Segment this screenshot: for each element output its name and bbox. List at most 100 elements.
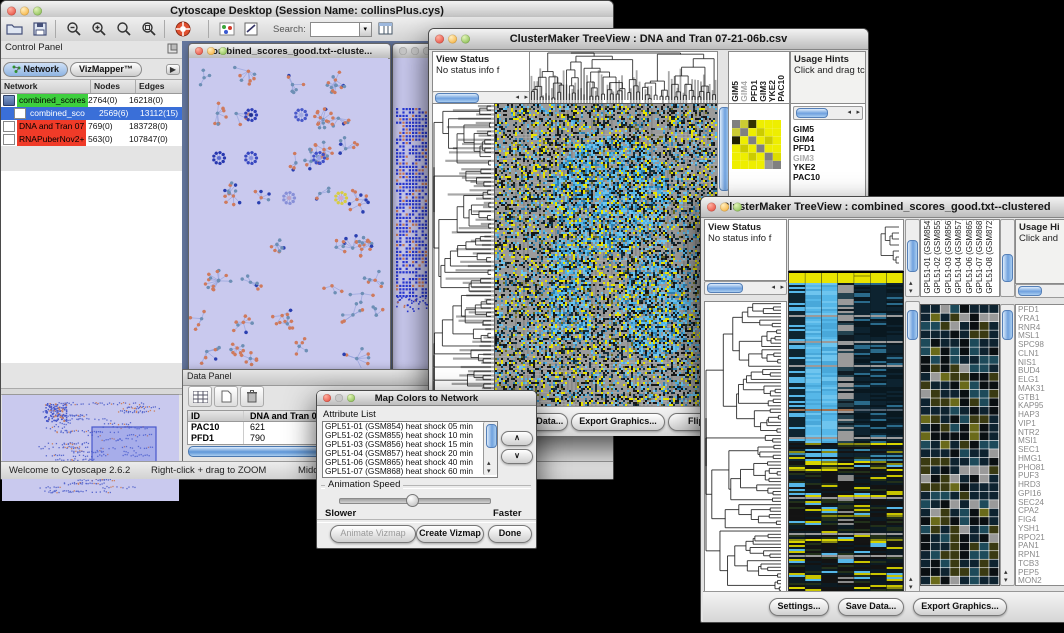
treeview-dna-titlebar[interactable]: ClusterMaker TreeView : DNA and Tran 07-… bbox=[429, 29, 868, 50]
scroll-right-icon[interactable]: ▸ bbox=[856, 109, 860, 116]
treeview-combined-titlebar[interactable]: ClusterMaker TreeView : combined_scores_… bbox=[701, 197, 1064, 218]
zoom-icon[interactable] bbox=[33, 7, 42, 16]
labels-vscrollbar[interactable] bbox=[1000, 219, 1015, 297]
tab-overflow-button[interactable]: ▶ bbox=[166, 64, 180, 75]
minimize-icon[interactable] bbox=[207, 47, 215, 55]
attribute-list-vscrollbar[interactable]: ▴ ▾ bbox=[483, 422, 497, 475]
float-panel-icon[interactable] bbox=[167, 43, 178, 54]
move-down-button[interactable]: ∨ bbox=[501, 449, 533, 464]
minimize-icon[interactable] bbox=[411, 47, 419, 55]
scroll-left-icon[interactable]: ◂ bbox=[771, 284, 775, 291]
network-row[interactable]: combined_scores2764(0)16218(0) bbox=[1, 94, 182, 107]
zoom-icon[interactable] bbox=[347, 394, 355, 402]
open-session-button[interactable] bbox=[4, 19, 26, 39]
zoom-in-button[interactable] bbox=[88, 19, 110, 39]
scroll-up-icon[interactable]: ▴ bbox=[909, 280, 913, 287]
new-attribute-button[interactable] bbox=[214, 386, 238, 407]
birdseye-view[interactable] bbox=[2, 394, 179, 501]
scroll-thumb[interactable] bbox=[1018, 286, 1042, 296]
column-dendrogram[interactable] bbox=[529, 51, 718, 105]
zoom-out-button[interactable] bbox=[63, 19, 85, 39]
network-window-1-titlebar[interactable]: combined_scores_good.txt--cluste... bbox=[189, 44, 390, 59]
scroll-thumb[interactable] bbox=[435, 93, 479, 103]
attribute-browser-button[interactable] bbox=[375, 19, 397, 39]
select-attributes-button[interactable] bbox=[188, 386, 212, 407]
usage-hints-hscrollbar[interactable]: ◂ ▸ bbox=[793, 106, 863, 120]
scroll-right-icon[interactable]: ▸ bbox=[524, 94, 528, 101]
close-icon[interactable] bbox=[323, 394, 331, 402]
column-label[interactable]: GPL51-04 (GSM857) bbox=[954, 220, 964, 294]
close-icon[interactable] bbox=[707, 203, 716, 212]
column-label[interactable]: GPL51-02 (GSM855) bbox=[933, 220, 943, 294]
heatmap-zoom-view[interactable] bbox=[920, 304, 1000, 586]
scroll-up-icon[interactable]: ▴ bbox=[1004, 569, 1008, 576]
zoom-vscrollbar[interactable]: ▴ ▾ bbox=[1000, 304, 1015, 586]
column-label[interactable]: GPL51-08 (GSM872) bbox=[985, 220, 995, 294]
scroll-thumb[interactable] bbox=[1002, 310, 1013, 340]
row-dendrogram[interactable] bbox=[704, 301, 787, 593]
annotation-button[interactable] bbox=[241, 19, 263, 39]
attribute-item[interactable]: GPL51-07 (GSM868) heat shock 60 min bbox=[323, 467, 497, 476]
vizmapper-shortcut-button[interactable] bbox=[216, 19, 238, 39]
scroll-thumb[interactable] bbox=[707, 283, 743, 293]
help-button[interactable] bbox=[172, 19, 194, 39]
scroll-thumb[interactable] bbox=[907, 310, 918, 340]
row-dendrogram[interactable] bbox=[432, 103, 496, 408]
move-up-button[interactable]: ∧ bbox=[501, 431, 533, 446]
close-icon[interactable] bbox=[7, 7, 16, 16]
close-icon[interactable] bbox=[195, 47, 203, 55]
usage-hints-hscrollbar[interactable] bbox=[1015, 284, 1064, 298]
heatmap-global-view[interactable] bbox=[494, 103, 718, 408]
zoom-icon[interactable] bbox=[219, 47, 227, 55]
minimize-icon[interactable] bbox=[720, 203, 729, 212]
column-label[interactable]: GPL51-07 (GSM868) bbox=[975, 220, 985, 294]
column-label[interactable]: GPL51-06 (GSM865) bbox=[965, 220, 975, 294]
scroll-thumb[interactable] bbox=[1002, 254, 1013, 282]
heatmap-zoom-view[interactable] bbox=[732, 120, 781, 169]
column-label[interactable]: GPL51-01 (GSM854) bbox=[923, 220, 933, 294]
animate-vizmap-button[interactable]: Animate Vizmap bbox=[330, 525, 416, 543]
column-label[interactable]: GPL51-03 (GSM856) bbox=[944, 220, 954, 294]
zoom-icon[interactable] bbox=[733, 203, 742, 212]
scroll-down-icon[interactable]: ▾ bbox=[487, 468, 491, 475]
map-colors-titlebar[interactable]: Map Colors to Network bbox=[317, 391, 536, 406]
heatmap-global-view[interactable] bbox=[788, 271, 904, 594]
heatmap-vscrollbar[interactable]: ▴ ▾ bbox=[905, 301, 920, 593]
minimize-icon[interactable] bbox=[448, 35, 457, 44]
top-vscrollbar[interactable]: ▴ ▾ bbox=[905, 219, 920, 297]
close-icon[interactable] bbox=[435, 35, 444, 44]
minimize-icon[interactable] bbox=[20, 7, 29, 16]
scroll-thumb[interactable] bbox=[486, 424, 497, 448]
export-graphics-button[interactable]: Export Graphics... bbox=[571, 413, 665, 431]
minimize-icon[interactable] bbox=[335, 394, 343, 402]
view-status-hscrollbar[interactable]: ◂ ▸ bbox=[704, 281, 787, 295]
network-row[interactable]: combined_sco2569(6)13112(15) bbox=[1, 107, 182, 120]
scroll-down-icon[interactable]: ▾ bbox=[909, 288, 913, 295]
search-dropdown-arrow-icon[interactable]: ▾ bbox=[360, 22, 372, 37]
network-row[interactable]: RNAPuberNov2+563(0)107847(0) bbox=[1, 133, 182, 146]
column-dendrogram[interactable] bbox=[788, 219, 904, 271]
scroll-up-icon[interactable]: ▴ bbox=[487, 460, 491, 467]
zoom-icon[interactable] bbox=[461, 35, 470, 44]
scroll-down-icon[interactable]: ▾ bbox=[909, 584, 913, 591]
gene-item[interactable]: PAC10 bbox=[793, 173, 865, 183]
slider-thumb[interactable] bbox=[406, 494, 419, 507]
zoom-selected-button[interactable] bbox=[138, 19, 160, 39]
search-input[interactable] bbox=[310, 22, 360, 37]
network-row[interactable]: DNA and Tran 07769(0)183728(0) bbox=[1, 120, 182, 133]
save-session-button[interactable] bbox=[29, 19, 51, 39]
settings-button[interactable]: Settings... bbox=[769, 598, 829, 616]
export-graphics-button[interactable]: Export Graphics... bbox=[913, 598, 1007, 616]
column-label[interactable]: PAC10 bbox=[777, 75, 786, 102]
delete-attribute-button[interactable] bbox=[240, 386, 264, 407]
tab-network[interactable]: Network bbox=[3, 62, 68, 77]
done-button[interactable]: Done bbox=[488, 525, 532, 543]
scroll-down-icon[interactable]: ▾ bbox=[1004, 577, 1008, 584]
tab-vizmapper[interactable]: VizMapper™ bbox=[70, 62, 142, 77]
create-vizmap-button[interactable]: Create Vizmap bbox=[416, 525, 484, 543]
scroll-left-icon[interactable]: ◂ bbox=[515, 94, 519, 101]
save-data-button[interactable]: Save Data... bbox=[838, 598, 904, 616]
scroll-up-icon[interactable]: ▴ bbox=[909, 576, 913, 583]
zoom-fit-button[interactable] bbox=[113, 19, 135, 39]
gene-item[interactable]: MON2 bbox=[1018, 577, 1064, 584]
